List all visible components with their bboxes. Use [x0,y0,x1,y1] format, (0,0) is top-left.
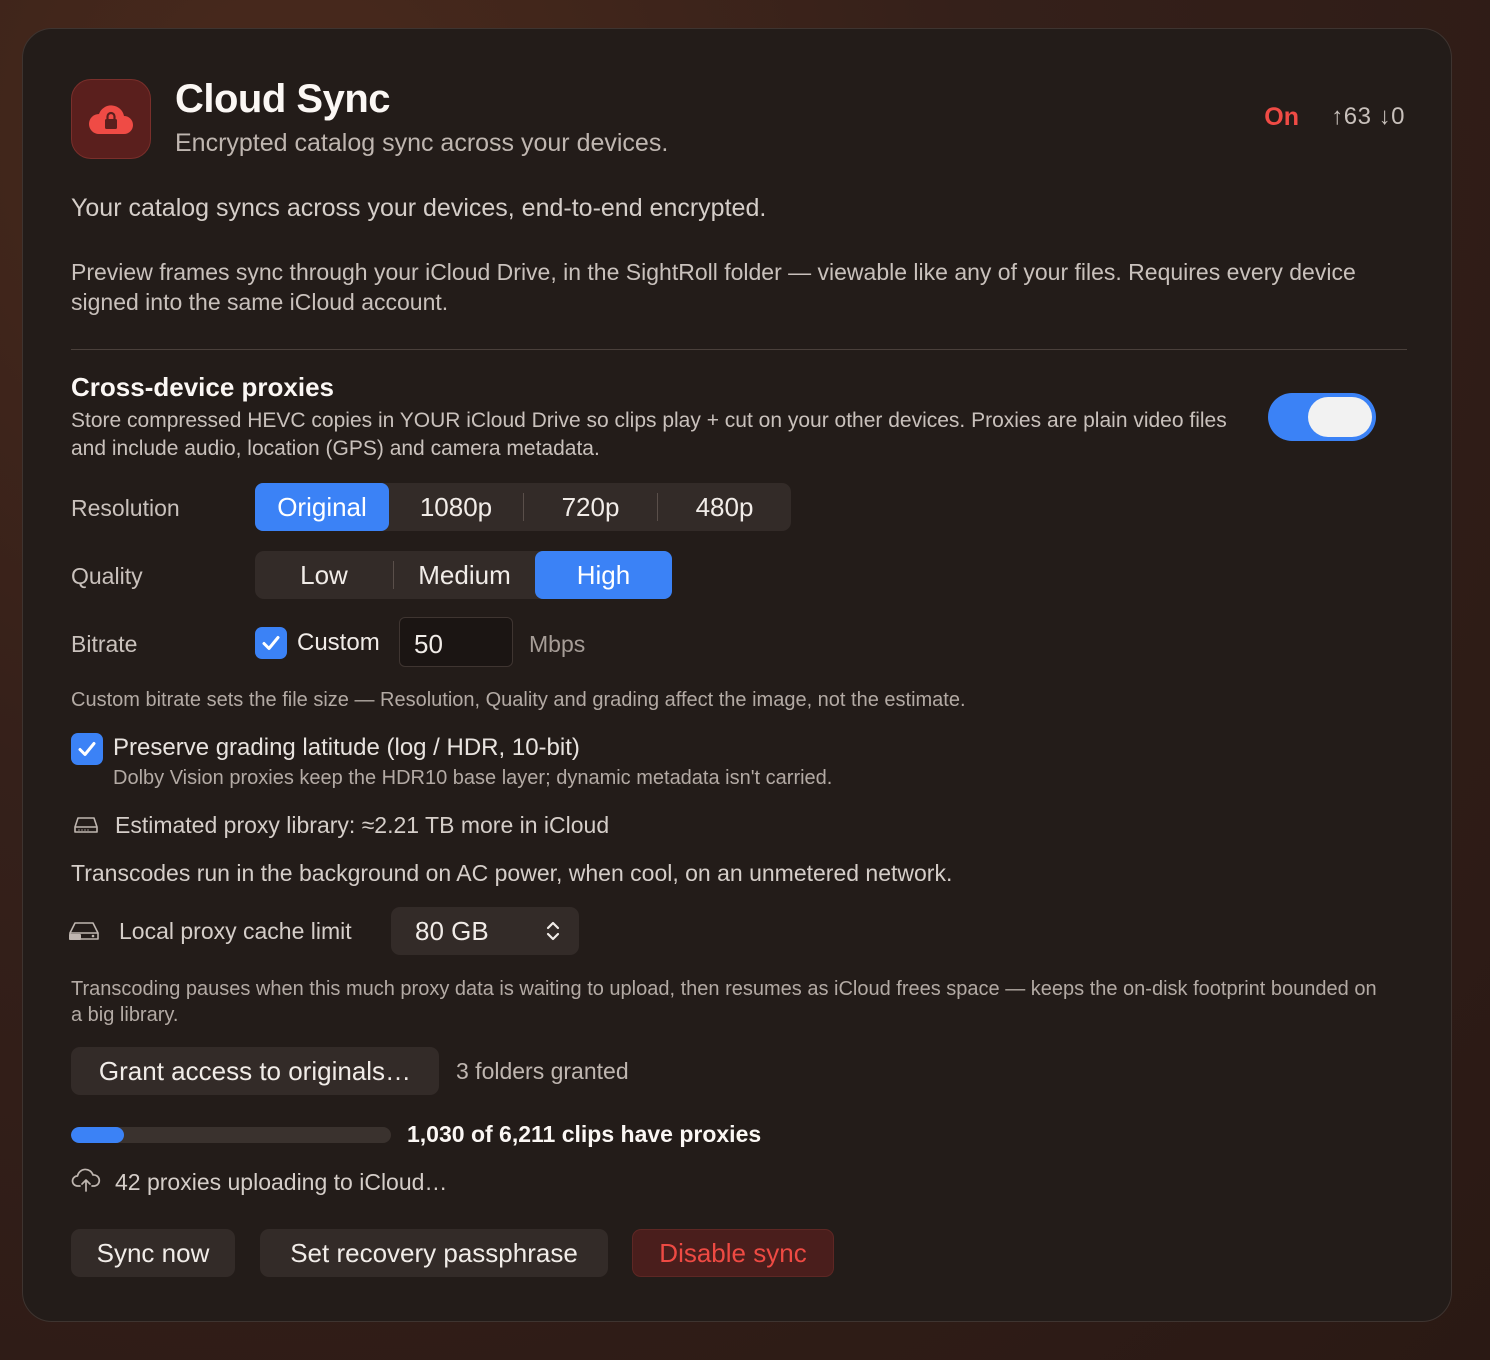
section-title: Cross-device proxies [71,372,335,402]
intro-text: Your catalog syncs across your devices, … [71,194,767,222]
proxy-progress-bar [71,1127,391,1143]
resolution-label: Resolution [71,495,180,521]
sync-counts: ↑63 ↓0 [1331,103,1405,130]
estimate-text: Estimated proxy library: ≈2.21 TB more i… [115,812,610,838]
granted-folders-text: 3 folders granted [456,1058,629,1084]
transcode-note: Transcodes run in the background on AC p… [71,860,953,886]
progress-text: 1,030 of 6,211 clips have proxies [407,1121,762,1147]
proxies-toggle[interactable] [1268,393,1376,441]
locked-cloud-icon [89,105,133,134]
quality-option-low[interactable]: Low [255,551,393,599]
external-drive-icon [69,922,99,940]
disable-sync-button[interactable]: Disable sync [632,1229,834,1277]
drive-icon [74,817,98,833]
grant-access-button[interactable]: Grant access to originals… [71,1047,439,1095]
bitrate-label: Bitrate [71,631,138,657]
preserve-grading-note: Dolby Vision proxies keep the HDR10 base… [113,767,833,789]
page-title: Cloud Sync [175,77,391,121]
cloud-upload-icon [71,1168,101,1192]
cache-limit-popup[interactable]: 80 GB [391,907,579,955]
resolution-segmented-control: Original 1080p 720p 480p [255,483,791,531]
resolution-option-original[interactable]: Original [255,483,389,531]
resolution-option-480p[interactable]: 480p [658,483,791,531]
sync-status: On [1264,103,1299,131]
resolution-option-720p[interactable]: 720p [524,483,657,531]
preserve-grading-checkbox[interactable] [71,733,103,765]
cache-limit-label: Local proxy cache limit [119,918,352,944]
cloud-sync-panel: Cloud Sync Encrypted catalog sync across… [22,28,1452,1322]
page-subtitle: Encrypted catalog sync across your devic… [175,129,669,157]
bitrate-note: Custom bitrate sets the file size — Reso… [71,689,966,711]
cache-limit-value: 80 GB [415,916,489,946]
cache-note: Transcoding pauses when this much proxy … [71,978,1377,1026]
description-text: Preview frames sync through your iCloud … [71,259,1356,315]
preserve-grading-label[interactable]: Preserve grading latitude (log / HDR, 10… [113,734,580,762]
bitrate-unit: Mbps [529,631,586,657]
bitrate-input[interactable]: 50 [399,617,513,667]
set-passphrase-button[interactable]: Set recovery passphrase [260,1229,608,1277]
checkmark-icon [262,636,280,650]
sync-now-button[interactable]: Sync now [71,1229,235,1277]
quality-option-high[interactable]: High [535,551,672,599]
custom-bitrate-checkbox[interactable] [255,627,287,659]
toggle-knob [1308,397,1372,437]
chevron-updown-icon [546,921,560,941]
divider [71,349,1407,350]
section-description: Store compressed HEVC copies in YOUR iCl… [71,409,1227,460]
app-icon [71,79,151,159]
quality-segmented-control: Low Medium High [255,551,672,599]
custom-bitrate-label[interactable]: Custom [297,629,380,657]
uploading-status: 42 proxies uploading to iCloud… [115,1169,448,1195]
quality-label: Quality [71,563,143,589]
checkmark-icon [78,742,96,756]
resolution-option-1080p[interactable]: 1080p [389,483,523,531]
progress-fill [71,1127,125,1143]
quality-option-medium[interactable]: Medium [394,551,535,599]
